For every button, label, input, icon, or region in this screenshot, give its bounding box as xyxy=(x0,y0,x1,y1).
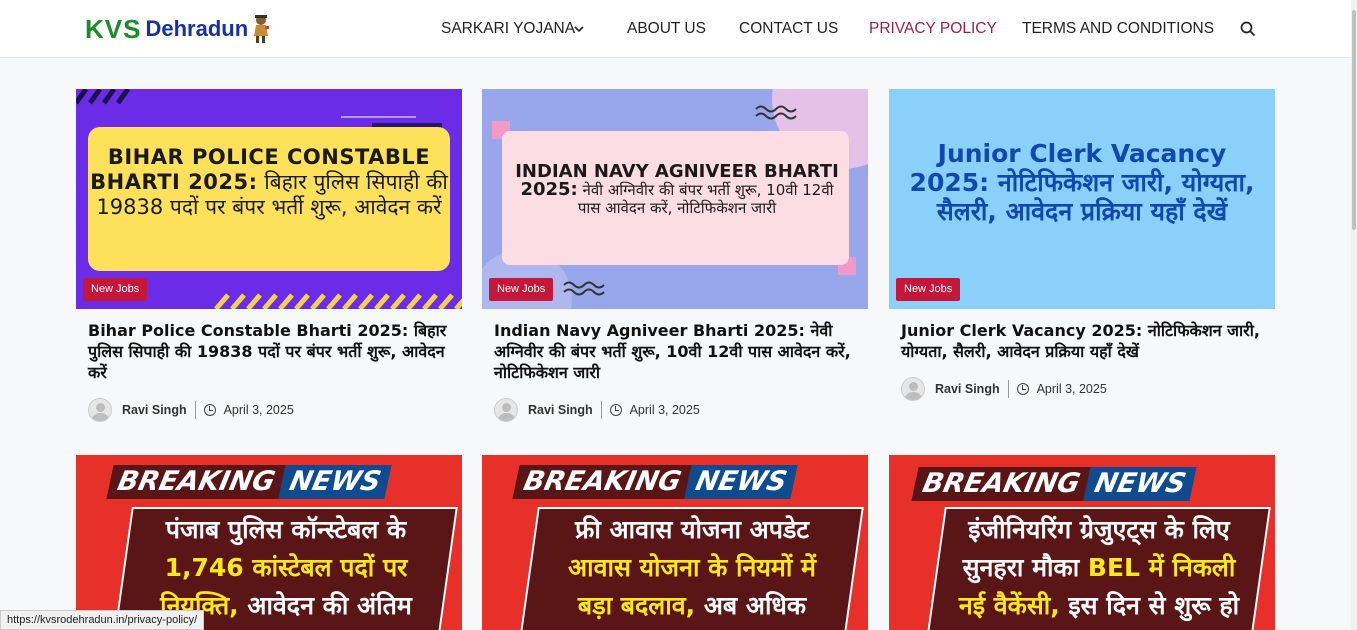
category-badge[interactable]: New Jobs xyxy=(896,278,961,301)
news-label: NEWS xyxy=(684,465,799,499)
thumbnail-headline: पंजाब पुलिस कॉन्स्टेबल के 1,746 कांस्टेब… xyxy=(116,511,456,625)
breaking-label: BREAKING xyxy=(512,465,693,499)
post-thumbnail[interactable]: Junior Clerk Vacancy 2025: नोटिफिकेशन जा… xyxy=(889,89,1275,309)
post-thumbnail[interactable]: BIHAR POLICE CONSTABLE BHARTI 2025: बिहा… xyxy=(76,89,462,309)
post-card: BREAKING NEWS पंजाब पुलिस कॉन्स्टेबल के … xyxy=(76,455,462,630)
author-name[interactable]: Ravi Singh xyxy=(122,403,187,417)
headline-line: इंजीनियरिंग ग्रेजुएट्स के लिए xyxy=(968,515,1230,544)
breaking-news-banner: BREAKING NEWS xyxy=(911,467,1198,501)
author-name[interactable]: Ravi Singh xyxy=(935,382,1000,396)
nav-terms-and-conditions[interactable]: TERMS AND CONDITIONS xyxy=(1022,20,1214,38)
post-title[interactable]: Junior Clerk Vacancy 2025: नोटिफिकेशन जा… xyxy=(901,320,1267,362)
breaking-news-banner: BREAKING NEWS xyxy=(512,465,799,499)
headline-line: आवेदन की अंतिम xyxy=(238,591,412,620)
nav-sarkari-yojana[interactable]: SARKARI YOJANA xyxy=(441,20,575,38)
nav-about-us[interactable]: ABOUT US xyxy=(627,20,706,38)
breaking-label: BREAKING xyxy=(911,467,1092,501)
post-thumbnail[interactable]: BREAKING NEWS पंजाब पुलिस कॉन्स्टेबल के … xyxy=(76,455,462,630)
meta-divider xyxy=(194,401,196,419)
headline-line: आवास योजना के नियमों में xyxy=(568,553,816,582)
headline-line: 1,746 कांस्टेबल पदों पर xyxy=(164,553,408,582)
post-meta: Ravi Singh April 3, 2025 xyxy=(901,377,1107,401)
breaking-news-banner: BREAKING NEWS xyxy=(106,465,393,499)
post-card: BREAKING NEWS फ्री आवास योजना अपडेट आवास… xyxy=(482,455,868,630)
logo-dehradun: Dehradun xyxy=(145,16,249,41)
avatar xyxy=(88,398,112,422)
meta-divider xyxy=(1007,380,1009,398)
logo-kvs: KVS xyxy=(85,13,142,44)
thumbnail-headline: इंजीनियरिंग ग्रेजुएट्स के लिए सुनहरा मौक… xyxy=(929,511,1269,625)
category-badge[interactable]: New Jobs xyxy=(489,278,554,301)
chevron-down-icon[interactable] xyxy=(573,22,585,40)
post-thumbnail[interactable]: BREAKING NEWS फ्री आवास योजना अपडेट आवास… xyxy=(482,455,868,630)
post-date: April 3, 2025 xyxy=(223,403,294,417)
post-meta: Ravi Singh April 3, 2025 xyxy=(494,398,700,422)
headline-line: फ्री आवास योजना अपडेट xyxy=(575,515,809,544)
headline-highlight: बड़ा बदलाव, xyxy=(577,591,696,620)
post-date: April 3, 2025 xyxy=(629,403,700,417)
mascot-icon xyxy=(250,14,270,44)
site-logo[interactable]: KVS Dehradun xyxy=(85,12,270,46)
headline-line: अब अधिक xyxy=(695,591,807,620)
meta-divider xyxy=(600,401,602,419)
headline-highlight: BEL में निकली xyxy=(1087,553,1236,582)
thumbnail-title-hi: नेवी अग्निवीर की बंपर भर्ती शुरू, 10वी 1… xyxy=(577,181,834,217)
nav-privacy-policy[interactable]: PRIVACY POLICY xyxy=(869,20,997,38)
post-meta: Ravi Singh April 3, 2025 xyxy=(88,398,294,422)
page-scrollbar[interactable] xyxy=(1351,0,1357,630)
headline-line: पंजाब पुलिस कॉन्स्टेबल के xyxy=(165,515,407,544)
thumbnail-headline: फ्री आवास योजना अपडेट आवास योजना के नियम… xyxy=(522,511,862,625)
news-label: NEWS xyxy=(1083,467,1198,501)
breaking-label: BREAKING xyxy=(106,465,287,499)
news-label: NEWS xyxy=(278,465,393,499)
search-icon[interactable] xyxy=(1240,21,1256,42)
headline-line: सुनहरा मौका xyxy=(962,553,1088,582)
post-title[interactable]: Indian Navy Agniveer Bharti 2025: नेवी अ… xyxy=(494,320,860,383)
category-badge[interactable]: New Jobs xyxy=(83,278,148,301)
clock-icon xyxy=(609,404,622,416)
clock-icon xyxy=(1016,383,1029,395)
headline-line: इस दिन से शुरू हो xyxy=(1059,591,1240,620)
post-thumbnail[interactable]: INDIAN NAVY AGNIVEER BHARTI 2025: नेवी अ… xyxy=(482,89,868,309)
post-title[interactable]: Bihar Police Constable Bharti 2025: बिहा… xyxy=(88,320,454,383)
nav-contact-us[interactable]: CONTACT US xyxy=(739,20,838,38)
site-header: KVS Dehradun SARKARI YOJANA ABOUT US CON… xyxy=(0,0,1357,58)
scrollbar-thumb[interactable] xyxy=(1352,10,1356,230)
avatar xyxy=(494,398,518,422)
clock-icon xyxy=(203,404,216,416)
post-card: BREAKING NEWS इंजीनियरिंग ग्रेजुएट्स के … xyxy=(889,455,1275,630)
author-name[interactable]: Ravi Singh xyxy=(528,403,593,417)
headline-highlight: नई वैकेंसी, xyxy=(958,591,1060,620)
post-thumbnail[interactable]: BREAKING NEWS इंजीनियरिंग ग्रेजुएट्स के … xyxy=(889,455,1275,630)
avatar xyxy=(901,377,925,401)
status-bar-url: https://kvsrodehradun.in/privacy-policy/ xyxy=(0,610,205,630)
post-date: April 3, 2025 xyxy=(1036,382,1107,396)
